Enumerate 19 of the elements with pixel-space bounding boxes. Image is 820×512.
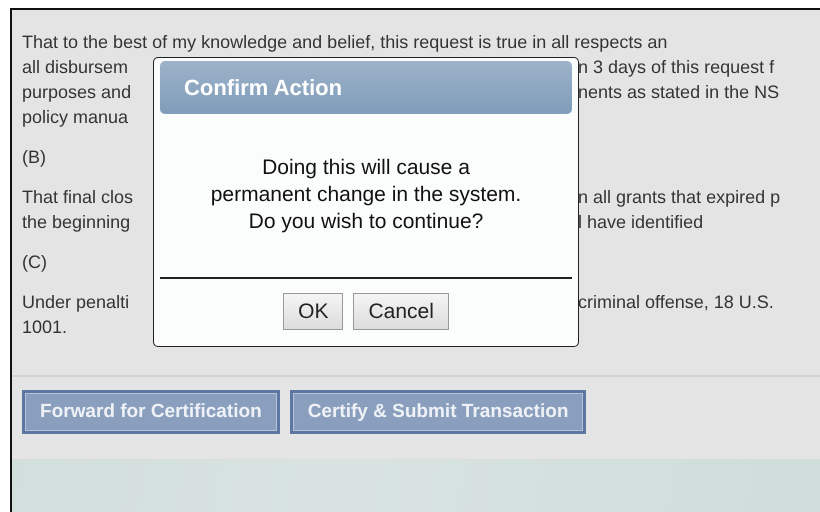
- ok-button[interactable]: OK: [283, 293, 344, 330]
- text-fragment: (B): [22, 147, 46, 167]
- text-fragment: n 3 days of this request f: [578, 56, 774, 79]
- dialog-title: Confirm Action: [160, 61, 572, 114]
- text-fragment: 1001.: [22, 317, 68, 337]
- text-fragment: all disbursem: [22, 57, 128, 77]
- text-fragment: (C): [22, 252, 47, 272]
- text-fragment: criminal offense, 18 U.S.: [578, 291, 774, 314]
- dialog-message: Doing this will cause a permanent change in the system. Do you wish to continue?: [210, 155, 522, 235]
- text-fragment: n all grants that expired p: [578, 186, 780, 209]
- text-fragment: Under penalti: [22, 292, 130, 312]
- text-fragment: the beginning: [22, 212, 130, 232]
- text-fragment: l have identified: [578, 211, 704, 234]
- text-fragment: That final clos: [22, 187, 134, 207]
- text-line: That to the best of my knowledge and belief, this request is true in all respects an: [22, 32, 668, 52]
- text-fragment: purposes and: [22, 82, 132, 102]
- cancel-button[interactable]: Cancel: [353, 293, 449, 330]
- text-fragment: policy manua: [22, 107, 128, 127]
- text-fragment: nents as stated in the NS: [578, 81, 780, 104]
